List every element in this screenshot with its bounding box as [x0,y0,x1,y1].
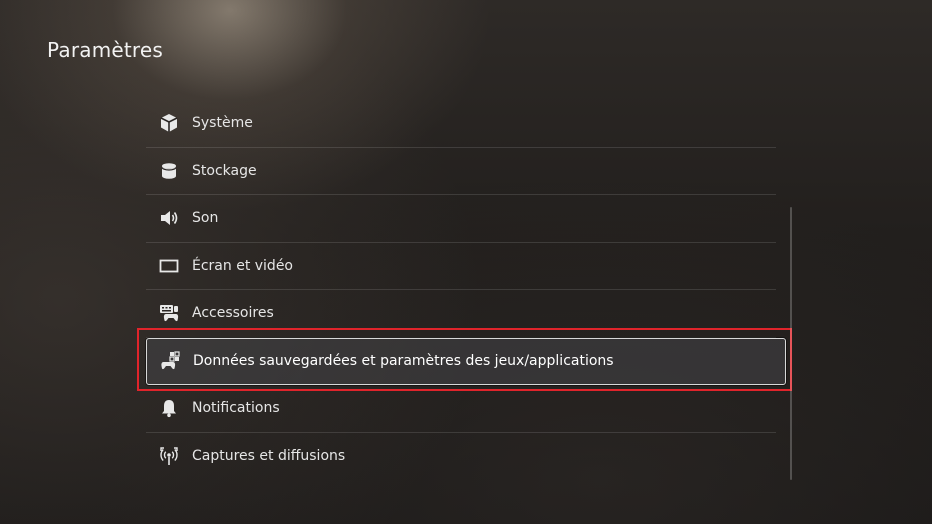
cube-icon [158,112,180,134]
speaker-icon [158,207,180,229]
menu-item-label: Son [192,210,219,227]
bell-icon [158,397,180,419]
page-title: Paramètres [47,38,164,62]
menu-item-son[interactable]: Son [146,195,776,243]
settings-screen: Paramètres Système Stockage Son Écran et [0,0,932,524]
screen-icon [158,255,180,277]
settings-menu: Système Stockage Son Écran et vidéo Acce [146,100,786,481]
accessories-icon [158,302,180,324]
menu-item-accessoires[interactable]: Accessoires [146,290,776,338]
menu-item-label: Stockage [192,162,257,179]
scrollbar[interactable] [790,207,792,480]
menu-item-systeme[interactable]: Système [146,100,776,148]
menu-item-label: Données sauvegardées et paramètres des j… [193,353,614,370]
menu-item-label: Notifications [192,400,280,417]
menu-item-notifications[interactable]: Notifications [146,385,776,433]
menu-item-label: Écran et vidéo [192,257,293,274]
menu-item-captures[interactable]: Captures et diffusions [146,433,776,481]
menu-item-label: Accessoires [192,305,274,322]
menu-item-saved-data[interactable]: Données sauvegardées et paramètres des j… [146,337,786,385]
menu-item-stockage[interactable]: Stockage [146,148,776,195]
menu-item-ecran-video[interactable]: Écran et vidéo [146,243,776,290]
storage-icon [158,160,180,182]
menu-item-label: Système [192,115,253,132]
menu-item-label: Captures et diffusions [192,448,346,465]
saved-data-icon [159,350,181,372]
capture-icon [158,445,180,467]
